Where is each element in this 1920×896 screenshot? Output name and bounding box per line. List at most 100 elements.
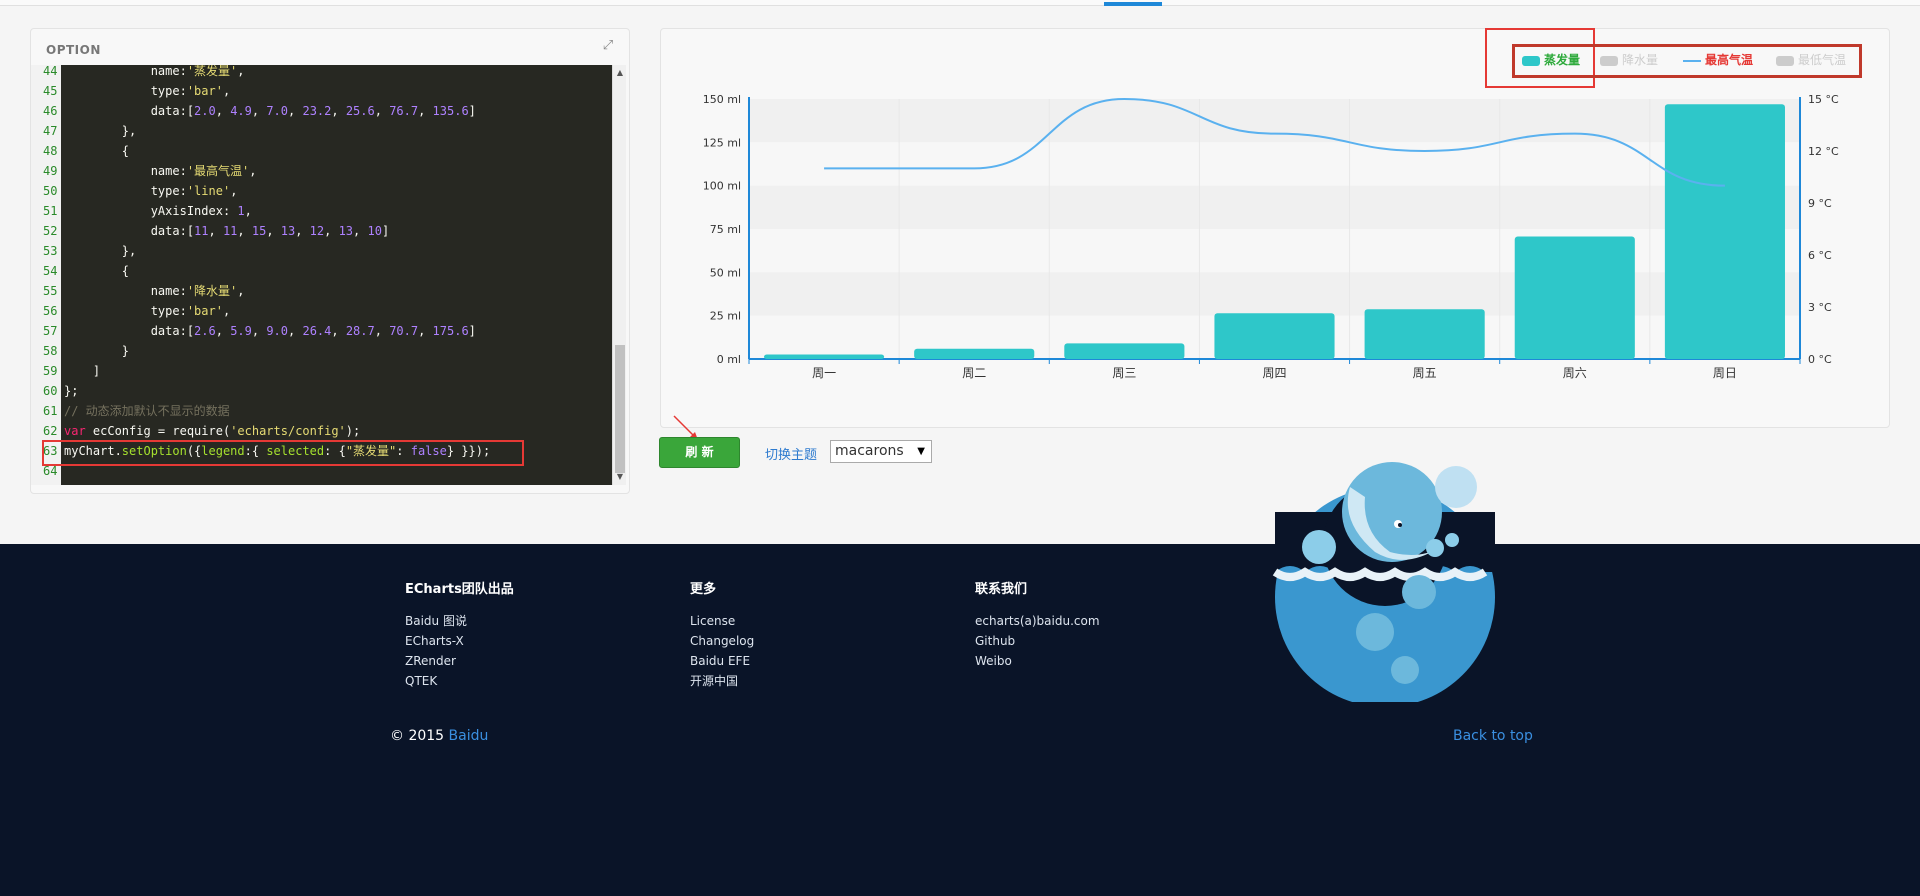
footer-link[interactable]: License [690,611,754,631]
footer-link[interactable]: QTEK [405,671,514,691]
line-number: 60 [31,381,61,401]
theme-select[interactable]: macarons ▼ [830,440,932,463]
y-tick-label: 25 ml [710,310,741,323]
code-text: } [64,344,130,358]
code-line[interactable]: 47 }, [31,121,612,141]
code-line[interactable]: 56 type:'bar', [31,301,612,321]
code-line[interactable]: 49 name:'最高气温', [31,161,612,181]
y-tick-label: 100 ml [703,180,741,193]
x-tick-label: 周三 [1112,366,1136,380]
code-text: data:[2.6, 5.9, 9.0, 26.4, 28.7, 70.7, 1… [64,324,476,338]
editor-scrollbar[interactable]: ▲ ▼ [612,65,626,485]
top-nav-bar [0,0,1920,6]
line-number: 48 [31,141,61,161]
code-text: name:'降水量', [64,284,245,298]
copyright: © 2015 Baidu [390,728,488,744]
line-number: 62 [31,421,61,441]
footer-column: 更多 License Changelog Baidu EFE 开源中国 [690,578,754,691]
code-line[interactable]: 59 ] [31,361,612,381]
line-number: 61 [31,401,61,421]
code-editor[interactable]: 44 name:'蒸发量', 45 type:'bar', 46 data:[2.0… [31,65,612,485]
code-line[interactable]: 61// 动态添加默认不显示的数据 [31,401,612,421]
line-number: 57 [31,321,61,341]
bar [764,354,885,359]
code-text: { [64,144,130,158]
x-tick-label: 周二 [962,366,986,380]
y2-tick-label: 6 °C [1808,249,1832,262]
code-text: var ecConfig = require('echarts/config')… [64,424,361,438]
code-text: type:'bar', [64,84,231,98]
expand-icon[interactable]: ⤢ [601,39,615,53]
baidu-link[interactable]: Baidu [449,728,489,744]
footer-link[interactable]: ZRender [405,651,514,671]
x-tick-label: 周六 [1563,366,1587,380]
bar [1514,236,1635,359]
footer-link[interactable]: Baidu EFE [690,651,754,671]
grid-band [749,142,1800,186]
footer-link[interactable]: ECharts-X [405,631,514,651]
code-text: ] [64,364,101,378]
footer-link[interactable]: echarts(a)baidu.com [975,611,1100,631]
y2-tick-label: 15 °C [1808,93,1839,106]
code-line[interactable]: 44 name:'蒸发量', [31,65,612,81]
code-line[interactable]: 53 }, [31,241,612,261]
code-text: }; [64,384,79,398]
grid-band [749,185,1800,229]
line-number: 46 [31,101,61,121]
code-line[interactable]: 50 type:'line', [31,181,612,201]
switch-theme-label: 切换主题 [765,448,818,463]
x-tick-label: 周四 [1262,366,1286,380]
editor-title: OPTION [46,43,101,57]
bar [1064,343,1185,359]
scroll-up-icon[interactable]: ▲ [613,67,627,79]
code-line[interactable]: 45 type:'bar', [31,81,612,101]
grid-band [749,272,1800,316]
footer-link[interactable]: Changelog [690,631,754,651]
grid-band [749,99,1800,143]
footer: ECharts团队出品 Baidu 图说 ECharts-X ZRender QTEK 更… [0,544,1920,896]
code-line[interactable]: 48 { [31,141,612,161]
footer-column-title: 更多 [690,582,717,597]
refresh-button[interactable]: 刷 新 [659,437,740,468]
scrollbar-thumb[interactable] [615,345,625,473]
y2-tick-label: 0 °C [1808,353,1832,366]
line-number: 58 [31,341,61,361]
code-text: // 动态添加默认不显示的数据 [64,404,230,418]
line-number: 50 [31,181,61,201]
theme-select-value: macarons [835,443,904,459]
y-tick-label: 0 ml [717,353,741,366]
code-line[interactable]: 51 yAxisIndex: 1, [31,201,612,221]
line-number: 56 [31,301,61,321]
y2-tick-label: 3 °C [1808,301,1832,314]
code-text: data:[11, 11, 15, 13, 12, 13, 10] [64,224,390,238]
footer-column-title: 联系我们 [975,582,1028,597]
footer-link[interactable]: Baidu 图说 [405,611,514,631]
footer-link[interactable]: Weibo [975,651,1100,671]
footer-link[interactable]: 开源中国 [690,671,754,691]
x-tick-label: 周一 [812,366,836,380]
active-tab-indicator [1104,2,1162,6]
back-to-top-link[interactable]: Back to top [1453,728,1533,744]
bar [1214,313,1335,359]
code-text: name:'蒸发量', [64,65,245,78]
line-number: 47 [31,121,61,141]
code-line[interactable]: 57 data:[2.6, 5.9, 9.0, 26.4, 28.7, 70.7… [31,321,612,341]
y2-tick-label: 9 °C [1808,197,1832,210]
code-line[interactable]: 60}; [31,381,612,401]
y-tick-label: 75 ml [710,223,741,236]
line-number: 44 [31,65,61,81]
x-tick-label: 周日 [1713,366,1737,380]
code-text: name:'最高气温', [64,164,257,178]
code-text: }, [64,244,137,258]
code-text: }, [64,124,137,138]
line-number: 45 [31,81,61,101]
code-line[interactable]: 62 var ecConfig = require('echarts/config… [31,421,612,441]
footer-link[interactable]: Github [975,631,1100,651]
code-line[interactable]: 58 } [31,341,612,361]
code-line[interactable]: 54 { [31,261,612,281]
footer-column: 联系我们 echarts(a)baidu.com Github Weibo [975,578,1100,671]
code-line[interactable]: 52 data:[11, 11, 15, 13, 12, 13, 10] [31,221,612,241]
code-line[interactable]: 55 name:'降水量', [31,281,612,301]
scroll-down-icon[interactable]: ▼ [613,471,627,483]
code-line[interactable]: 46 data:[2.0, 4.9, 7.0, 23.2, 25.6, 76.7… [31,101,612,121]
